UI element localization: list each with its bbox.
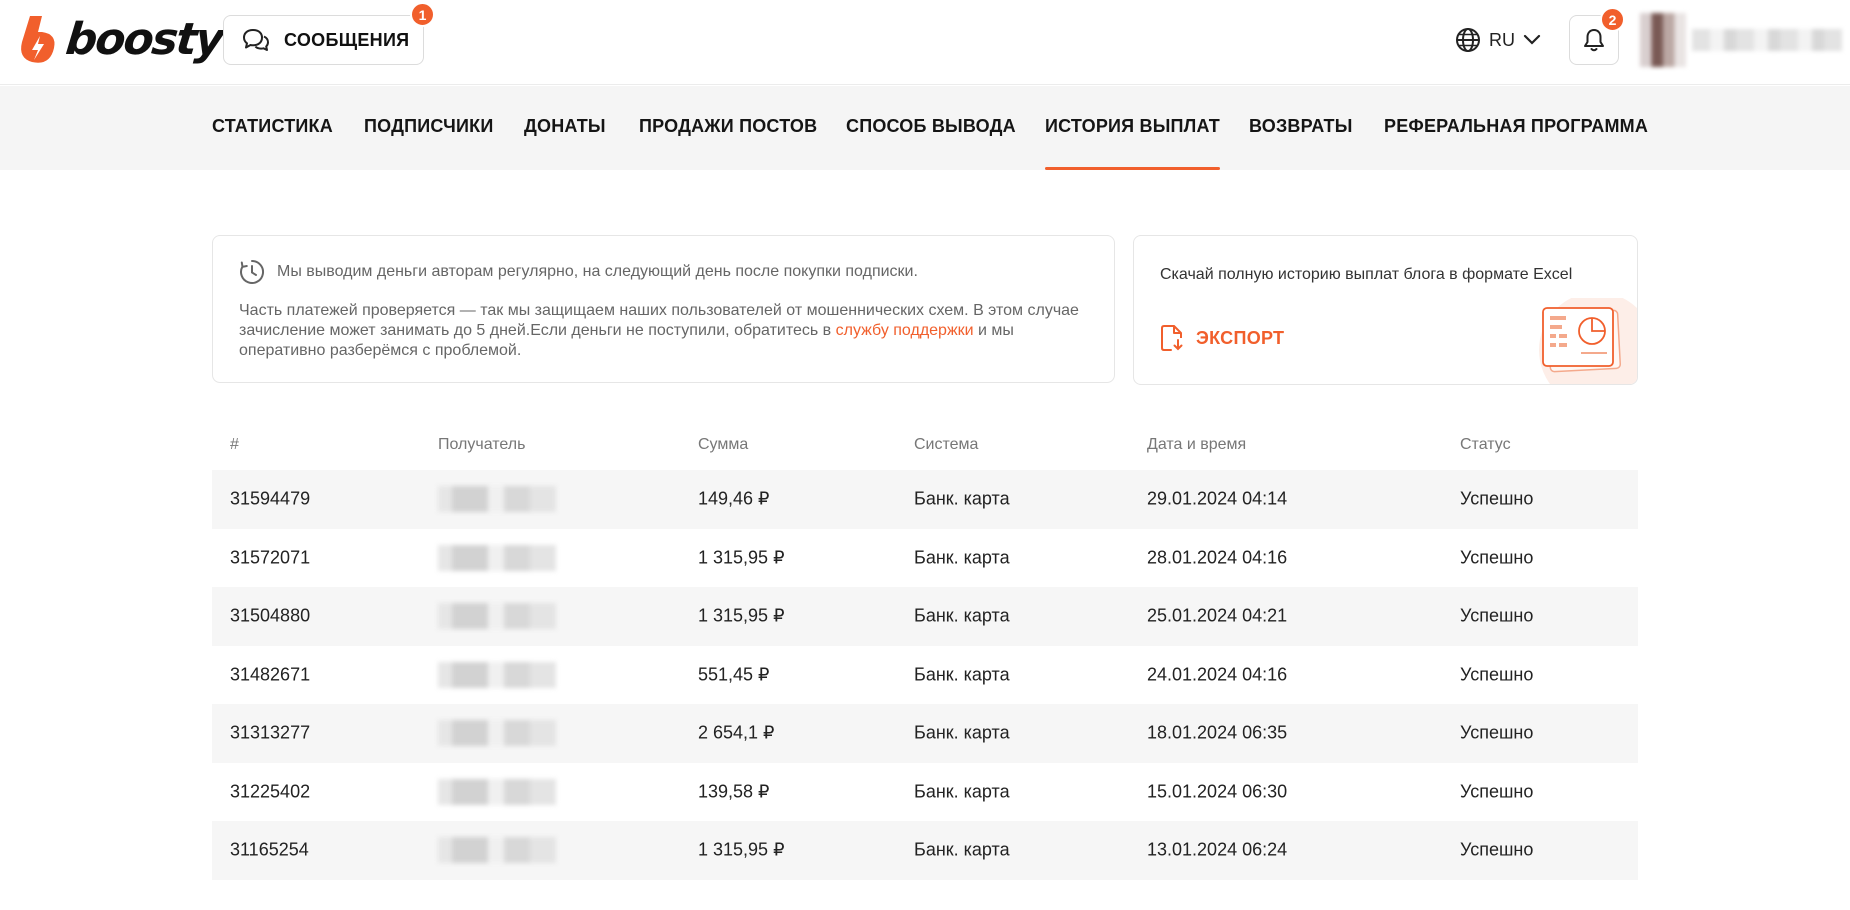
- top-header: boosty СООБЩЕНИЯ 1 RU 2: [0, 0, 1850, 85]
- row-datetime: 15.01.2024 06:30: [1147, 781, 1288, 802]
- recipient-blurred: [438, 837, 556, 864]
- globe-icon: [1456, 28, 1480, 52]
- row-id: 31504880: [230, 605, 311, 626]
- messages-label: СООБЩЕНИЯ: [284, 29, 410, 50]
- tab-payout-method[interactable]: СПОСОБ ВЫВОДА: [846, 116, 1016, 170]
- row-id: 31482671: [230, 664, 311, 685]
- table-header: # Получатель Сумма Система Дата и время …: [212, 420, 1638, 470]
- table-row: 31572071 1 315,95 ₽ Банк. карта 28.01.20…: [212, 529, 1638, 588]
- row-system: Банк. карта: [914, 605, 1010, 626]
- row-status: Успешно: [1460, 605, 1534, 626]
- table-row: 31504880 1 315,95 ₽ Банк. карта 25.01.20…: [212, 587, 1638, 646]
- row-datetime: 18.01.2024 06:35: [1147, 722, 1288, 743]
- row-status: Успешно: [1460, 547, 1534, 568]
- row-system: Банк. карта: [914, 781, 1010, 802]
- notifications-badge: 2: [1600, 7, 1625, 32]
- chevron-down-icon: [1523, 34, 1541, 45]
- tab-subscribers[interactable]: ПОДПИСЧИКИ: [364, 116, 493, 170]
- row-system: Банк. карта: [914, 547, 1010, 568]
- language-label: RU: [1489, 29, 1515, 50]
- row-status: Успешно: [1460, 664, 1534, 685]
- row-id: 31225402: [230, 781, 311, 802]
- clock-icon: [240, 260, 264, 284]
- avatar: [1640, 13, 1686, 67]
- row-status: Успешно: [1460, 488, 1534, 509]
- row-status: Успешно: [1460, 722, 1534, 743]
- bell-icon: [1584, 29, 1604, 52]
- export-description: Скачай полную историю выплат блога в фор…: [1160, 266, 1573, 283]
- support-link[interactable]: службу поддержки: [836, 322, 974, 339]
- tab-payout-history[interactable]: ИСТОРИЯ ВЫПЛАТ: [1045, 116, 1221, 170]
- export-card: Скачай полную историю выплат блога в фор…: [1133, 235, 1638, 385]
- header-id: #: [230, 436, 239, 453]
- info-body: Часть платежей проверяется — так мы защи…: [239, 301, 1099, 361]
- row-system: Банк. карта: [914, 488, 1010, 509]
- logo-text: boosty: [63, 14, 225, 65]
- recipient-blurred: [438, 778, 556, 805]
- payout-info-card: Мы выводим деньги авторам регулярно, на …: [212, 235, 1115, 383]
- info-headline-text: Мы выводим деньги авторам регулярно, на …: [277, 263, 918, 280]
- tab-post-sales[interactable]: ПРОДАЖИ ПОСТОВ: [639, 116, 817, 170]
- info-headline: Мы выводим деньги авторам регулярно, на …: [239, 259, 918, 285]
- section-tabs: СТАТИСТИКА ПОДПИСЧИКИ ДОНАТЫ ПРОДАЖИ ПОС…: [0, 86, 1850, 170]
- row-amount: 139,58 ₽: [698, 781, 770, 802]
- recipient-blurred: [438, 603, 556, 630]
- tab-referral-program[interactable]: РЕФЕРАЛЬНАЯ ПРОГРАММА: [1384, 116, 1648, 170]
- recipient-blurred: [438, 720, 556, 747]
- table-row: 31225402 139,58 ₽ Банк. карта 15.01.2024…: [212, 763, 1638, 822]
- row-datetime: 24.01.2024 04:16: [1147, 664, 1288, 685]
- row-system: Банк. карта: [914, 839, 1010, 860]
- row-id: 31165254: [230, 839, 309, 860]
- row-system: Банк. карта: [914, 664, 1010, 685]
- language-selector[interactable]: RU: [1455, 25, 1541, 55]
- row-amount: 551,45 ₽: [698, 664, 770, 685]
- tab-refunds[interactable]: ВОЗВРАТЫ: [1249, 116, 1353, 170]
- row-status: Успешно: [1460, 839, 1534, 860]
- messages-button[interactable]: СООБЩЕНИЯ: [223, 15, 424, 65]
- header-recipient: Получатель: [438, 436, 526, 453]
- row-system: Банк. карта: [914, 722, 1010, 743]
- row-datetime: 29.01.2024 04:14: [1147, 488, 1288, 509]
- messages-badge: 1: [410, 2, 435, 27]
- row-amount: 1 315,95 ₽: [698, 605, 785, 626]
- boosty-logo[interactable]: boosty: [16, 14, 225, 66]
- header-system: Система: [914, 436, 979, 453]
- report-illustration-icon: [1539, 298, 1637, 384]
- export-label: ЭКСПОРТ: [1196, 327, 1285, 348]
- row-datetime: 25.01.2024 04:21: [1147, 605, 1288, 626]
- recipient-blurred: [438, 544, 556, 571]
- tab-donations[interactable]: ДОНАТЫ: [524, 116, 606, 170]
- boosty-logo-icon: [21, 16, 55, 63]
- row-amount: 1 315,95 ₽: [698, 547, 785, 568]
- user-name-blurred: [1692, 29, 1842, 51]
- tab-statistics[interactable]: СТАТИСТИКА: [212, 116, 333, 170]
- row-datetime: 28.01.2024 04:16: [1147, 547, 1288, 568]
- export-button[interactable]: ЭКСПОРТ: [1160, 324, 1284, 352]
- recipient-blurred: [438, 486, 556, 513]
- row-id: 31594479: [230, 488, 311, 509]
- table-row: 31165254 1 315,95 ₽ Банк. карта 13.01.20…: [212, 821, 1638, 880]
- user-profile-menu[interactable]: [1640, 13, 1850, 67]
- document-download-icon: [1161, 325, 1183, 351]
- payout-history-table: # Получатель Сумма Система Дата и время …: [212, 420, 1638, 880]
- header-amount: Сумма: [698, 436, 749, 453]
- row-datetime: 13.01.2024 06:24: [1147, 839, 1288, 860]
- header-datetime: Дата и время: [1147, 436, 1247, 453]
- row-id: 31572071: [230, 547, 311, 568]
- table-row: 31313277 2 654,1 ₽ Банк. карта 18.01.202…: [212, 704, 1638, 763]
- row-status: Успешно: [1460, 781, 1534, 802]
- chat-bubbles-icon: [243, 29, 269, 51]
- table-row: 31594479 149,46 ₽ Банк. карта 29.01.2024…: [212, 470, 1638, 529]
- row-id: 31313277: [230, 722, 311, 743]
- row-amount: 2 654,1 ₽: [698, 722, 775, 743]
- recipient-blurred: [438, 661, 556, 688]
- table-row: 31482671 551,45 ₽ Банк. карта 24.01.2024…: [212, 646, 1638, 705]
- row-amount: 1 315,95 ₽: [698, 839, 785, 860]
- row-amount: 149,46 ₽: [698, 488, 770, 509]
- header-status: Статус: [1460, 436, 1511, 453]
